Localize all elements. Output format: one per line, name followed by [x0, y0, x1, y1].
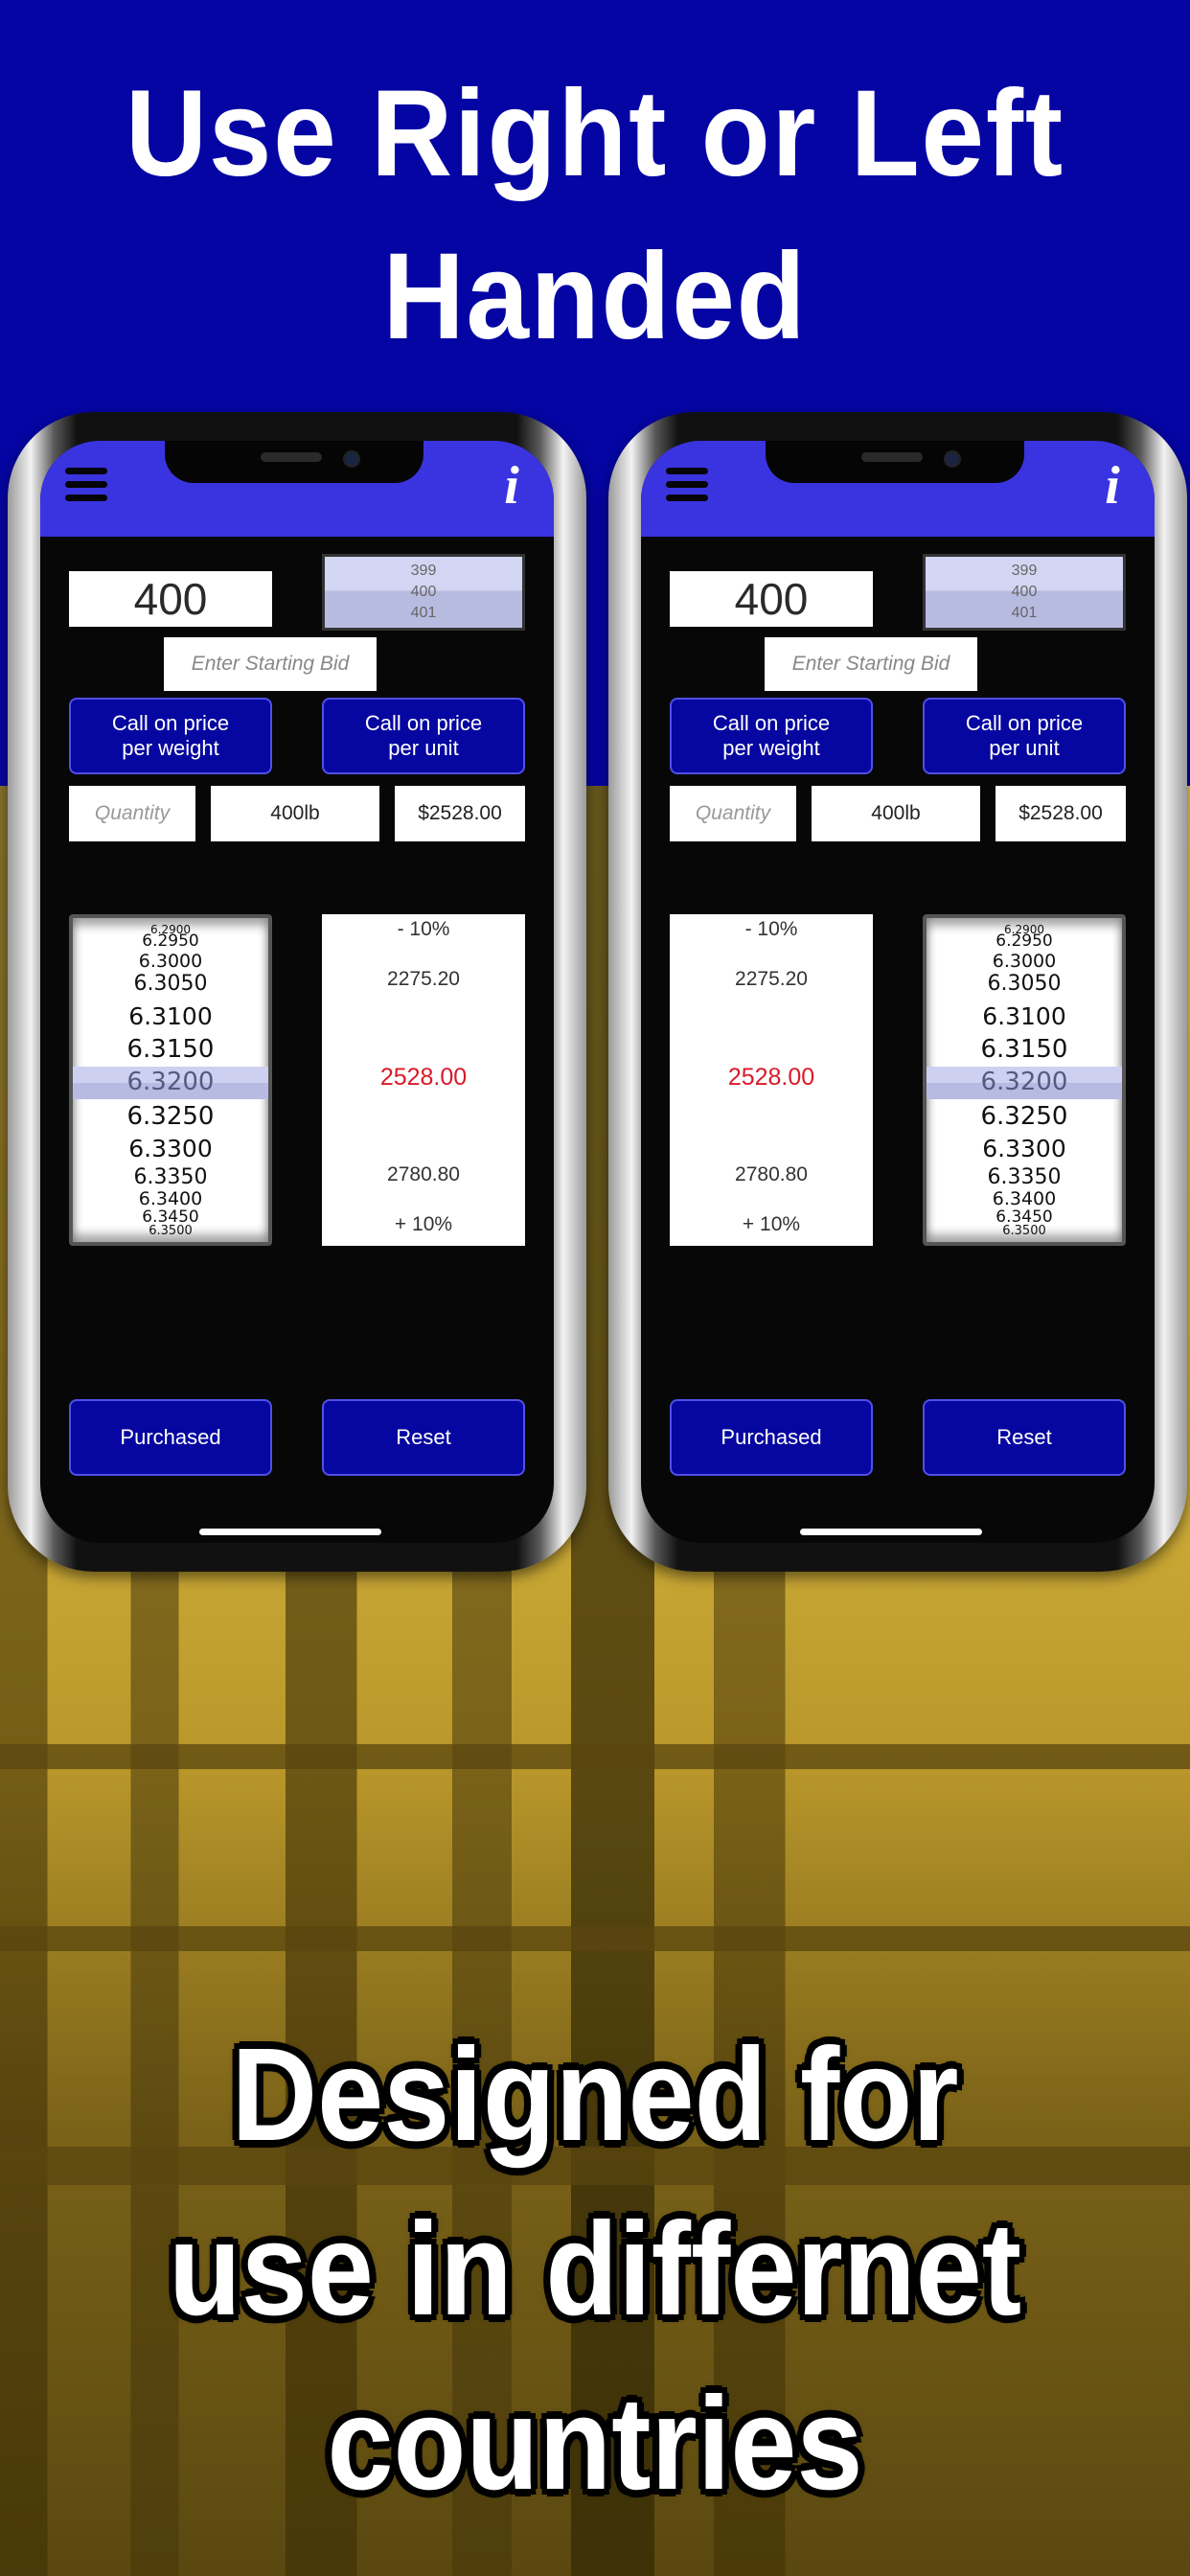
- range-high-value: 2780.80: [735, 1163, 808, 1185]
- headline-top-line: Use Right or Left: [126, 65, 1064, 202]
- info-icon[interactable]: i: [491, 459, 533, 513]
- call-per-weight-button[interactable]: Call on price per weight: [670, 698, 873, 774]
- picker-option[interactable]: 399: [1012, 561, 1038, 582]
- home-indicator[interactable]: [800, 1529, 982, 1535]
- quantity-input[interactable]: Quantity: [670, 786, 796, 841]
- price-range-panel: - 10% 2275.20 2528.00 2780.80 + 10%: [322, 914, 525, 1246]
- rate-option[interactable]: 6.3500: [927, 1223, 1122, 1239]
- rate-option[interactable]: 6.3500: [73, 1223, 268, 1239]
- camera: [343, 450, 360, 468]
- picker-option-selected[interactable]: 400: [411, 582, 437, 603]
- headline-bottom: Designed for use in differnet countries: [59, 2008, 1131, 2531]
- hamburger-menu-icon[interactable]: [65, 468, 107, 504]
- range-plus-label: + 10%: [742, 1213, 801, 1235]
- camera: [944, 450, 961, 468]
- headline-top-line: Handed: [382, 228, 808, 365]
- rate-picker[interactable]: 6.2900 6.2950 6.3000 6.3050 6.3100 6.3150 6.32…: [69, 914, 272, 1246]
- rate-option[interactable]: 6.3150: [927, 1035, 1122, 1064]
- quantity-picker[interactable]: 399 400 401: [923, 554, 1126, 631]
- rate-option[interactable]: 6.3150: [73, 1035, 268, 1064]
- rate-option[interactable]: 6.2950: [927, 932, 1122, 952]
- rate-option[interactable]: 6.3100: [73, 1002, 268, 1030]
- app-screen: i 400 399 400 401 Enter Starting Bid Cal…: [40, 441, 554, 1543]
- phone-notch: [766, 441, 1024, 483]
- app-bar: i: [40, 441, 554, 537]
- app-bar: i: [641, 441, 1155, 537]
- starting-bid-input[interactable]: Enter Starting Bid: [164, 637, 377, 691]
- starting-bid-input[interactable]: Enter Starting Bid: [765, 637, 977, 691]
- rate-option[interactable]: 6.3350: [73, 1165, 268, 1190]
- rate-option[interactable]: 6.3050: [927, 972, 1122, 997]
- app-screen: i 400 399 400 401 Enter Starting Bid Cal…: [641, 441, 1155, 1543]
- phone-notch: [165, 441, 423, 483]
- range-current-value: 2528.00: [379, 1064, 468, 1091]
- rate-option[interactable]: 6.3300: [927, 1135, 1122, 1162]
- headline-bottom-line: Designed for: [231, 2021, 959, 2169]
- range-current-value: 2528.00: [727, 1064, 815, 1091]
- range-low-value: 2275.20: [735, 968, 808, 990]
- rate-option[interactable]: 6.3250: [73, 1102, 268, 1131]
- rate-option[interactable]: 6.3000: [73, 951, 268, 973]
- range-minus-label: - 10%: [397, 918, 450, 940]
- rate-option[interactable]: 6.3300: [73, 1135, 268, 1162]
- purchased-button[interactable]: Purchased: [69, 1399, 272, 1476]
- quantity-display: 400: [670, 571, 873, 627]
- total-field: $2528.00: [995, 786, 1126, 841]
- reset-button[interactable]: Reset: [322, 1399, 525, 1476]
- rate-option[interactable]: 6.3000: [927, 951, 1122, 973]
- headline-bottom-line: use in differnet: [168, 2196, 1022, 2343]
- background-rail: [0, 1744, 1190, 1769]
- weight-field: 400lb: [812, 786, 980, 841]
- rate-option-selected[interactable]: 6.3200: [927, 1068, 1122, 1096]
- rate-option[interactable]: 6.3100: [927, 1002, 1122, 1030]
- rate-option[interactable]: 6.3050: [73, 972, 268, 997]
- quantity-display: 400: [69, 571, 272, 627]
- range-low-value: 2275.20: [387, 968, 460, 990]
- total-field: $2528.00: [395, 786, 525, 841]
- phone-left-handed: i 400 399 400 401 Enter Starting Bid Cal…: [608, 412, 1187, 1572]
- range-high-value: 2780.80: [387, 1163, 460, 1185]
- range-minus-label: - 10%: [744, 918, 798, 940]
- picker-option-selected[interactable]: 400: [1012, 582, 1038, 603]
- call-per-weight-button[interactable]: Call on price per weight: [69, 698, 272, 774]
- home-indicator[interactable]: [199, 1529, 381, 1535]
- quantity-picker[interactable]: 399 400 401: [322, 554, 525, 631]
- speaker: [861, 452, 923, 462]
- call-per-unit-button[interactable]: Call on price per unit: [322, 698, 525, 774]
- speaker: [261, 452, 322, 462]
- rate-option[interactable]: 6.3350: [927, 1165, 1122, 1190]
- purchased-button[interactable]: Purchased: [670, 1399, 873, 1476]
- rate-option[interactable]: 6.2950: [73, 932, 268, 952]
- range-plus-label: + 10%: [394, 1213, 453, 1235]
- phone-right-handed: i 400 399 400 401 Enter Starting Bid Cal…: [8, 412, 586, 1572]
- rate-picker[interactable]: 6.2900 6.2950 6.3000 6.3050 6.3100 6.3150 6.32…: [923, 914, 1126, 1246]
- headline-top: Use Right or Left Handed: [48, 53, 1143, 379]
- call-per-unit-button[interactable]: Call on price per unit: [923, 698, 1126, 774]
- weight-field: 400lb: [211, 786, 379, 841]
- hamburger-menu-icon[interactable]: [666, 468, 708, 504]
- reset-button[interactable]: Reset: [923, 1399, 1126, 1476]
- quantity-input[interactable]: Quantity: [69, 786, 195, 841]
- rate-option[interactable]: 6.3250: [927, 1102, 1122, 1131]
- headline-bottom-line: countries: [327, 2370, 863, 2518]
- picker-option[interactable]: 399: [411, 561, 437, 582]
- price-range-panel: - 10% 2275.20 2528.00 2780.80 + 10%: [670, 914, 873, 1246]
- rate-option-selected[interactable]: 6.3200: [73, 1068, 268, 1096]
- background-rail: [0, 1926, 1190, 1951]
- picker-option[interactable]: 401: [1012, 603, 1038, 624]
- picker-option[interactable]: 401: [411, 603, 437, 624]
- info-icon[interactable]: i: [1091, 459, 1133, 513]
